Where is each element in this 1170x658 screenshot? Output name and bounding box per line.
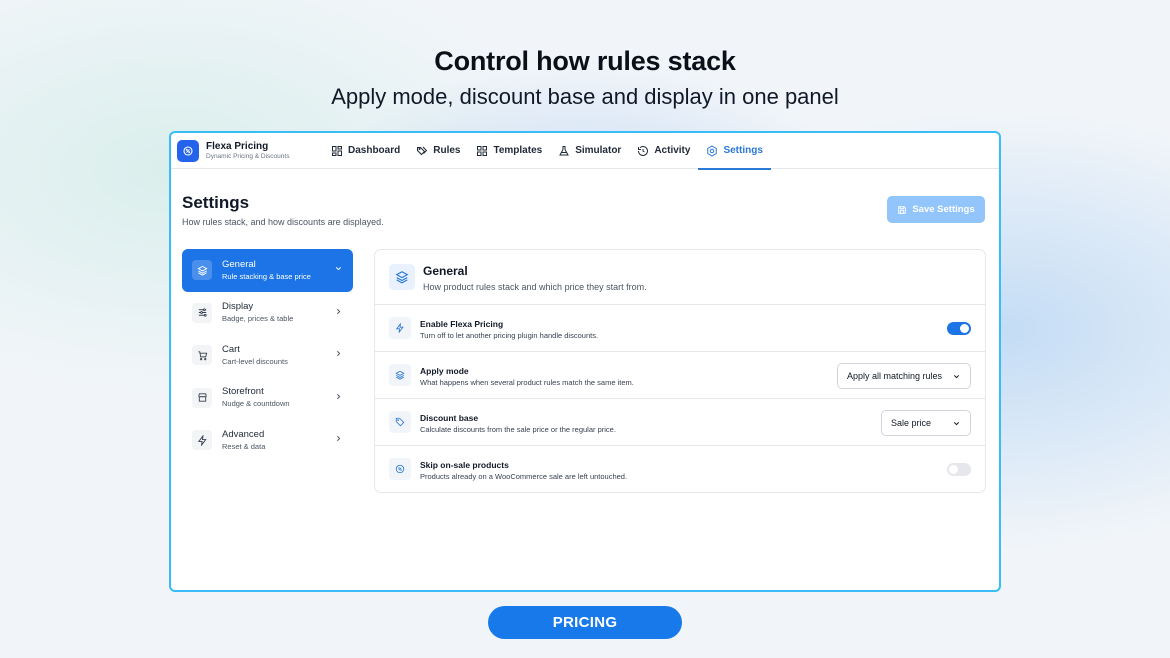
panel-subtitle: How product rules stack and which price … bbox=[423, 282, 647, 292]
setting-row-apply-mode: Apply mode What happens when several pro… bbox=[375, 352, 985, 399]
setting-label: Enable Flexa Pricing bbox=[420, 319, 504, 329]
page-title: Settings bbox=[182, 193, 250, 212]
sidebar-item-cart[interactable]: Cart Cart-level discounts bbox=[182, 334, 353, 377]
sidebar-item-label: General bbox=[222, 258, 256, 270]
sidebar-item-label: Display bbox=[222, 301, 254, 313]
chevron-down-icon bbox=[953, 374, 960, 378]
apply-mode-select[interactable]: Apply all matching rules bbox=[836, 363, 971, 389]
save-label: Save Settings bbox=[912, 204, 975, 215]
sidebar-item-display[interactable]: Display Badge, prices & table bbox=[182, 292, 353, 335]
sidebar-item-general[interactable]: General Rule stacking & base price bbox=[182, 249, 353, 292]
page-subtitle: How rules stack, and how discounts are d… bbox=[182, 217, 384, 227]
chevron-right-icon bbox=[337, 435, 341, 442]
setting-desc: Products already on a WooCommerce sale a… bbox=[420, 472, 628, 481]
percent-badge-icon bbox=[389, 458, 411, 480]
select-value: Apply all matching rules bbox=[846, 371, 942, 381]
enable-pricing-toggle[interactable] bbox=[947, 322, 971, 335]
flask-icon bbox=[559, 145, 570, 155]
setting-row-discount-base: Discount base Calculate discounts from t… bbox=[375, 399, 985, 446]
tab-label: Dashboard bbox=[348, 145, 401, 156]
layers-icon bbox=[389, 364, 411, 386]
tab-dashboard[interactable]: Dashboard bbox=[323, 133, 408, 169]
tab-settings[interactable]: Settings bbox=[698, 133, 772, 170]
cart-icon bbox=[192, 345, 212, 366]
tags-icon bbox=[417, 146, 428, 155]
hero-title: Control how rules stack bbox=[434, 46, 736, 76]
setting-label: Apply mode bbox=[420, 366, 469, 376]
top-navigation: Flexa Pricing Dynamic Pricing & Discount… bbox=[171, 133, 999, 170]
tab-label: Rules bbox=[433, 145, 461, 156]
sidebar-item-desc: Reset & data bbox=[222, 441, 266, 451]
sidebar-item-label: Advanced bbox=[222, 428, 265, 440]
setting-desc: What happens when several product rules … bbox=[420, 378, 634, 387]
sidebar-item-advanced[interactable]: Advanced Reset & data bbox=[182, 419, 353, 462]
discount-base-select[interactable]: Sale price bbox=[881, 410, 971, 436]
general-settings-panel: General How product rules stack and whic… bbox=[374, 249, 986, 493]
sidebar-item-desc: Rule stacking & base price bbox=[222, 271, 311, 281]
layers-icon bbox=[192, 260, 212, 281]
brand-tagline: Dynamic Pricing & Discounts bbox=[206, 152, 290, 160]
panel-header: General How product rules stack and whic… bbox=[375, 250, 985, 305]
setting-desc: Calculate discounts from the sale price … bbox=[420, 425, 616, 434]
sliders-icon bbox=[192, 302, 212, 323]
tab-rules[interactable]: Rules bbox=[408, 133, 468, 169]
select-value: Sale price bbox=[891, 418, 932, 428]
tab-templates[interactable]: Templates bbox=[468, 133, 550, 169]
brand[interactable]: Flexa Pricing Dynamic Pricing & Discount… bbox=[177, 139, 323, 162]
setting-desc: Turn off to let another pricing plugin h… bbox=[420, 331, 599, 340]
tab-activity[interactable]: Activity bbox=[629, 133, 698, 169]
grid-icon bbox=[332, 145, 342, 156]
tab-label: Simulator bbox=[575, 145, 622, 156]
tag-icon bbox=[389, 411, 411, 433]
history-icon bbox=[638, 145, 649, 156]
gear-icon bbox=[707, 144, 718, 157]
setting-row-skip-on-sale: Skip on-sale products Products already o… bbox=[375, 446, 985, 493]
layers-icon bbox=[389, 264, 415, 290]
tab-label: Activity bbox=[654, 145, 691, 156]
tab-label: Settings bbox=[723, 145, 763, 156]
chevron-down-icon bbox=[335, 267, 342, 271]
app-window: Flexa Pricing Dynamic Pricing & Discount… bbox=[169, 131, 1001, 592]
chevron-down-icon bbox=[953, 421, 960, 425]
tab-label: Templates bbox=[493, 145, 543, 156]
setting-label: Skip on-sale products bbox=[420, 460, 509, 470]
setting-label: Discount base bbox=[420, 413, 479, 423]
panel-title: General bbox=[423, 264, 468, 278]
bolt-icon bbox=[192, 430, 212, 451]
hero-subtitle: Apply mode, discount base and display in… bbox=[331, 84, 839, 109]
settings-sidebar: General Rule stacking & base price Displ… bbox=[182, 249, 353, 462]
bolt-icon bbox=[389, 317, 411, 339]
save-settings-button[interactable]: Save Settings bbox=[887, 196, 985, 223]
category-pill: PRICING bbox=[488, 606, 682, 639]
skip-on-sale-toggle[interactable] bbox=[947, 463, 971, 476]
setting-row-enable: Enable Flexa Pricing Turn off to let ano… bbox=[375, 305, 985, 352]
tab-simulator[interactable]: Simulator bbox=[550, 133, 629, 169]
grid-icon bbox=[477, 145, 488, 156]
badge-icon bbox=[177, 139, 199, 162]
chevron-right-icon bbox=[337, 350, 341, 357]
save-icon bbox=[898, 205, 907, 214]
sidebar-item-storefront[interactable]: Storefront Nudge & countdown bbox=[182, 377, 353, 420]
brand-name: Flexa Pricing bbox=[206, 140, 269, 152]
sidebar-item-desc: Cart-level discounts bbox=[222, 356, 288, 366]
sidebar-item-desc: Nudge & countdown bbox=[222, 399, 290, 409]
sidebar-item-label: Cart bbox=[222, 343, 240, 355]
sidebar-item-label: Storefront bbox=[222, 386, 264, 398]
store-icon bbox=[192, 387, 212, 408]
chevron-right-icon bbox=[337, 308, 341, 314]
sidebar-item-desc: Badge, prices & table bbox=[222, 314, 294, 324]
toggle-knob bbox=[949, 465, 958, 474]
toggle-knob bbox=[960, 324, 969, 333]
nav-tabs: Dashboard Rules Templates Simulator Acti… bbox=[323, 133, 772, 170]
chevron-right-icon bbox=[337, 393, 341, 399]
